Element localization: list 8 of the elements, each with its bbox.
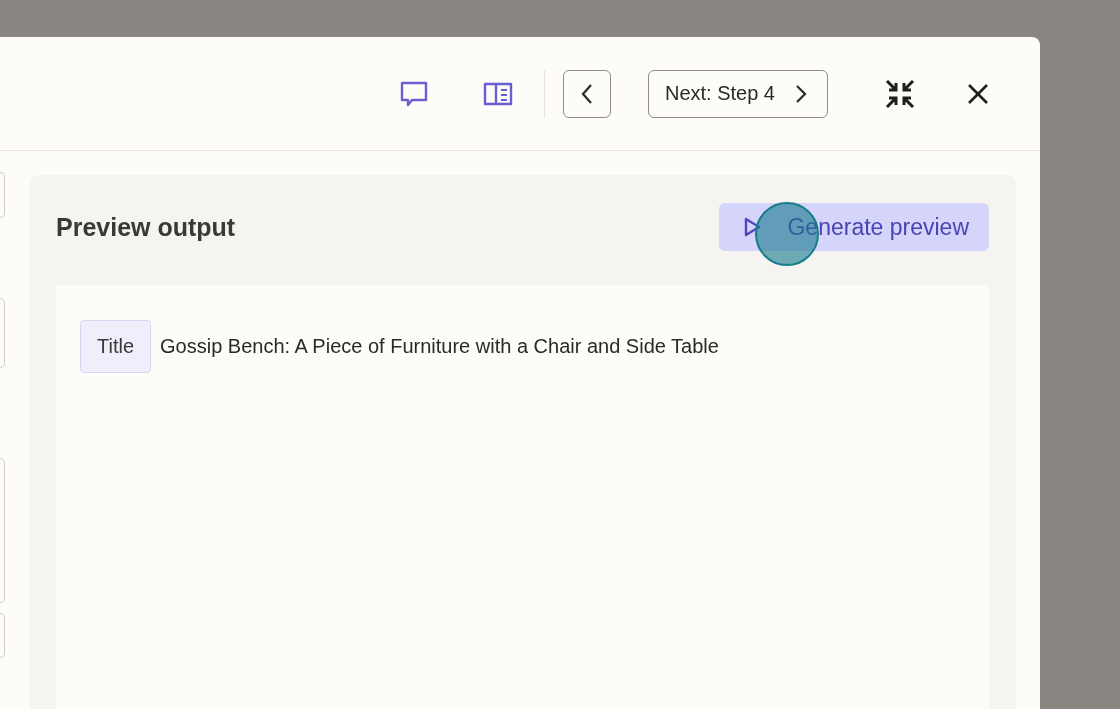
chevron-right-icon [795, 83, 807, 104]
next-step-button[interactable]: Next: Step 4 [647, 69, 828, 118]
section-title: Preview output [56, 212, 236, 242]
field-label: Title [80, 320, 152, 373]
chevron-left-icon [579, 82, 594, 105]
field-value: Gossip Bench: A Piece of Furniture with a Chair and Side Table [160, 335, 719, 358]
play-icon [743, 217, 762, 237]
previous-step-button[interactable] [562, 69, 611, 118]
